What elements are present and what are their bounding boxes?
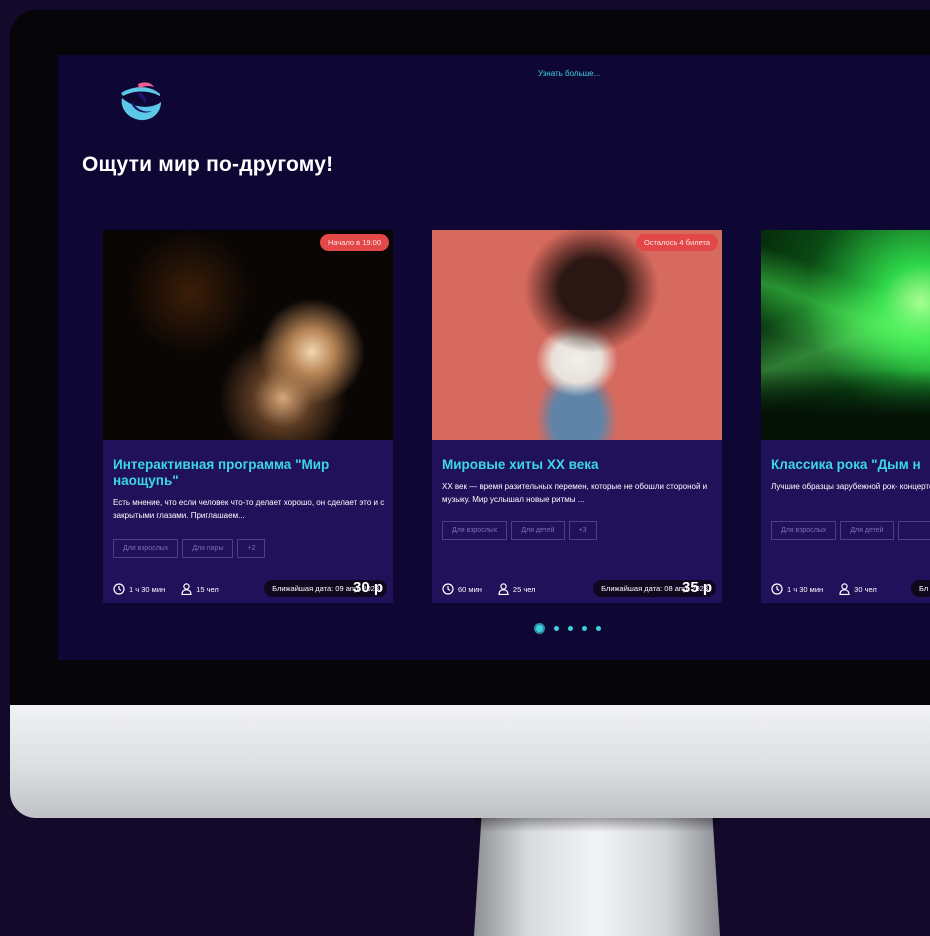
people-text: 30 чел [854, 584, 877, 594]
tag-chip[interactable]: Для взрослых [113, 539, 179, 558]
price-label: 35 р [681, 579, 712, 596]
event-title[interactable]: Мировые хиты XX века [442, 457, 714, 473]
event-description: Есть мнение, что если человек что-то дел… [113, 498, 385, 520]
brand-logo[interactable] [114, 81, 166, 125]
event-meta: 1 ч 30 мин 15 чел [113, 583, 219, 595]
date-badge: Бл [911, 580, 930, 597]
tag-more-chip[interactable]: +2 [237, 539, 266, 558]
tag-chip[interactable] [897, 521, 930, 540]
tag-chip[interactable]: Для взрослых [771, 521, 837, 540]
event-photo [103, 230, 393, 440]
event-title[interactable]: Классика рока "Дым н [771, 457, 930, 473]
page-title: Ощути мир по-другому! [82, 153, 334, 176]
carousel-dot[interactable] [568, 626, 573, 631]
carousel-dot[interactable] [582, 626, 587, 631]
price-label: 30 р [352, 579, 383, 596]
carousel-dot[interactable] [554, 626, 559, 631]
carousel-pagination [534, 623, 601, 634]
tag-list: Для взрослых Для пары +2 [113, 539, 266, 558]
event-card[interactable]: Начало в 19:00 Ближайшая дата: 09 апр. 2… [103, 230, 393, 603]
monitor-stand [474, 818, 720, 936]
tag-chip[interactable]: Для детей [840, 521, 894, 540]
tag-list: Для взрослых Для детей [771, 521, 930, 540]
event-photo [432, 230, 722, 440]
event-title[interactable]: Интерактивная программа "Мир наощупь" [113, 457, 385, 489]
clock-icon [113, 583, 125, 595]
learn-more-link[interactable]: Узнать больше... [538, 69, 600, 78]
status-badge: Осталось 4 билета [635, 234, 718, 251]
status-badge: Начало в 19:00 [319, 234, 389, 251]
event-meta: 1 ч 30 мин 30 чел [771, 583, 877, 595]
carousel-dot[interactable] [596, 626, 601, 631]
duration-text: 1 ч 30 мин [129, 584, 166, 594]
person-icon [498, 583, 509, 595]
duration-text: 1 ч 30 мин [787, 584, 824, 594]
people-text: 25 чел [512, 584, 536, 594]
carousel-dot-active[interactable] [534, 623, 545, 634]
monitor-chin [10, 705, 930, 818]
stand-shadow [474, 818, 720, 832]
duration-text: 60 мин [458, 584, 482, 594]
event-card[interactable]: Осталось 4 билета Ближайшая дата: 08 апр… [432, 230, 722, 603]
event-description: XX век — время разительных перемен, кото… [442, 482, 708, 504]
website-screen: Узнать больше... Ощути мир по-другому! Н… [58, 55, 930, 660]
clock-icon [771, 583, 783, 595]
tag-list: Для взрослых Для детей +3 [442, 521, 597, 540]
tag-chip[interactable]: Для пары [182, 539, 234, 558]
event-card[interactable]: Бл Классика рока "Дым н Лучшие образцы з… [761, 230, 930, 603]
tag-chip[interactable]: Для взрослых [442, 521, 508, 540]
person-icon [839, 583, 850, 595]
event-meta: 60 мин 25 чел [442, 583, 536, 595]
tag-chip[interactable]: Для детей [511, 521, 565, 540]
person-icon [181, 583, 192, 595]
tag-more-chip[interactable]: +3 [568, 521, 597, 540]
clock-icon [442, 583, 454, 595]
people-text: 15 чел [196, 584, 219, 594]
event-photo [761, 230, 930, 440]
event-description: Лучшие образцы зарубежной рок- концертов… [771, 482, 930, 491]
